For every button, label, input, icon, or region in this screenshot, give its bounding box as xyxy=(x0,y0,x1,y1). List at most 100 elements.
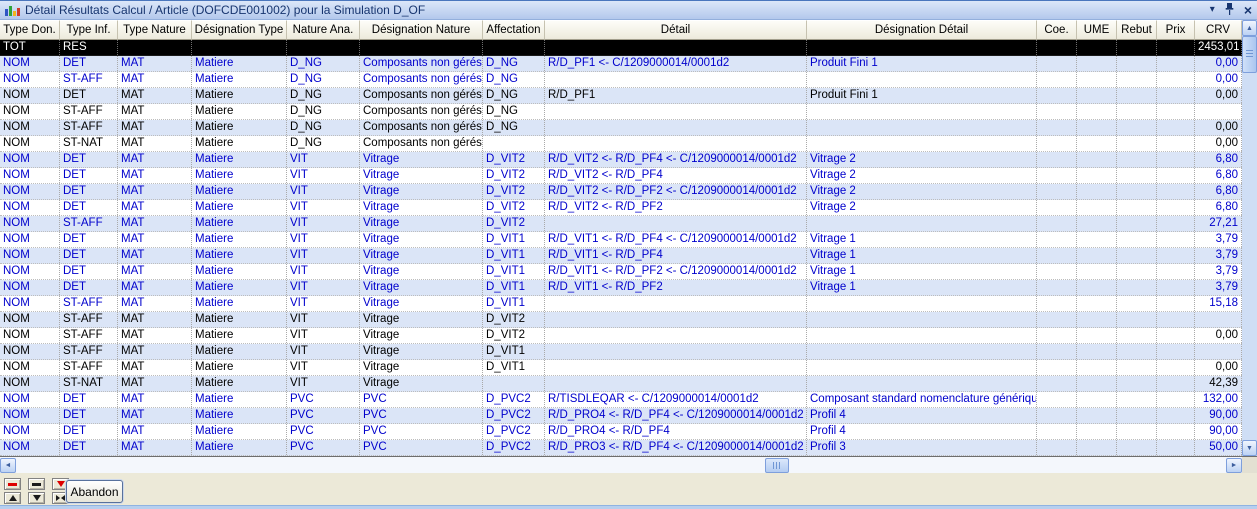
cell-prix[interactable] xyxy=(1157,280,1195,295)
cell-detail[interactable] xyxy=(545,104,807,119)
cell-prix[interactable] xyxy=(1157,56,1195,71)
scroll-left-button[interactable]: ◄ xyxy=(0,458,16,473)
cell-type-don[interactable]: NOM xyxy=(0,328,60,343)
column-header-designation-detail[interactable]: Désignation Détail xyxy=(807,20,1037,40)
cell-affectation[interactable]: D_VIT2 xyxy=(483,152,545,167)
cell-designation-detail[interactable]: Composant standard nomenclature génériqu… xyxy=(807,392,1037,407)
cell-type-don[interactable]: NOM xyxy=(0,424,60,439)
cell-type-nature[interactable]: MAT xyxy=(118,200,192,215)
cell-type-nature[interactable]: MAT xyxy=(118,440,192,455)
cell-ume[interactable] xyxy=(1077,424,1117,439)
table-row[interactable]: NOMST-AFFMATMatiereD_NGComposants non gé… xyxy=(0,120,1242,136)
cell-ume[interactable] xyxy=(1077,136,1117,151)
cell-affectation[interactable]: D_NG xyxy=(483,88,545,103)
cell-type-don[interactable]: TOT xyxy=(0,40,60,55)
cell-nature-ana[interactable]: D_NG xyxy=(287,72,360,87)
cell-type-inf[interactable]: DET xyxy=(60,248,118,263)
table-row[interactable]: NOMDETMATMatiereVITVitrageD_VIT2R/D_VIT2… xyxy=(0,168,1242,184)
cell-designation-nature[interactable]: PVC xyxy=(360,424,483,439)
cell-type-nature[interactable] xyxy=(118,40,192,55)
cell-affectation[interactable] xyxy=(483,136,545,151)
cell-type-don[interactable]: NOM xyxy=(0,280,60,295)
cell-designation-detail[interactable]: Produit Fini 1 xyxy=(807,56,1037,71)
cell-affectation[interactable]: D_VIT1 xyxy=(483,360,545,375)
cell-nature-ana[interactable]: VIT xyxy=(287,200,360,215)
cell-designation-nature[interactable]: Vitrage xyxy=(360,232,483,247)
cell-affectation[interactable]: D_VIT2 xyxy=(483,312,545,327)
cell-ume[interactable] xyxy=(1077,280,1117,295)
cell-coe[interactable] xyxy=(1037,152,1077,167)
cell-type-inf[interactable]: ST-AFF xyxy=(60,216,118,231)
cell-ume[interactable] xyxy=(1077,200,1117,215)
cell-nature-ana[interactable]: VIT xyxy=(287,232,360,247)
cell-designation-type[interactable]: Matiere xyxy=(192,296,287,311)
cell-rebut[interactable] xyxy=(1117,200,1157,215)
table-row[interactable]: NOMST-AFFMATMatiereVITVitrageD_VIT115,18 xyxy=(0,296,1242,312)
window-titlebar[interactable]: Détail Résultats Calcul / Article (DOFCD… xyxy=(0,0,1257,20)
cell-designation-nature[interactable]: PVC xyxy=(360,440,483,455)
cell-type-nature[interactable]: MAT xyxy=(118,280,192,295)
cell-detail[interactable] xyxy=(545,120,807,135)
cell-prix[interactable] xyxy=(1157,360,1195,375)
cell-affectation[interactable]: D_PVC2 xyxy=(483,392,545,407)
cell-coe[interactable] xyxy=(1037,56,1077,71)
cell-detail[interactable]: R/D_VIT2 <- R/D_PF2 xyxy=(545,200,807,215)
table-row[interactable]: NOMDETMATMatiereVITVitrageD_VIT2R/D_VIT2… xyxy=(0,152,1242,168)
cell-ume[interactable] xyxy=(1077,312,1117,327)
cell-coe[interactable] xyxy=(1037,408,1077,423)
cell-detail[interactable]: R/D_VIT2 <- R/D_PF4 <- C/1209000014/0001… xyxy=(545,152,807,167)
cell-designation-detail[interactable] xyxy=(807,40,1037,55)
cell-type-inf[interactable]: DET xyxy=(60,232,118,247)
cell-nature-ana[interactable]: D_NG xyxy=(287,88,360,103)
cell-rebut[interactable] xyxy=(1117,104,1157,119)
cell-rebut[interactable] xyxy=(1117,328,1157,343)
cell-nature-ana[interactable]: D_NG xyxy=(287,56,360,71)
cell-rebut[interactable] xyxy=(1117,408,1157,423)
total-row[interactable]: TOTRES2453,01 xyxy=(0,40,1242,56)
cell-type-inf[interactable]: ST-AFF xyxy=(60,104,118,119)
scroll-down-button[interactable]: ▼ xyxy=(1242,440,1257,456)
cell-type-inf[interactable]: DET xyxy=(60,184,118,199)
cell-designation-nature[interactable]: Composants non gérés xyxy=(360,56,483,71)
cell-crv[interactable]: 6,80 xyxy=(1195,168,1242,183)
column-header-nature-ana[interactable]: Nature Ana. xyxy=(287,20,360,40)
cell-type-inf[interactable]: DET xyxy=(60,392,118,407)
nav-black-bar-button[interactable] xyxy=(28,478,45,490)
cell-designation-nature[interactable]: Vitrage xyxy=(360,360,483,375)
cell-crv[interactable]: 50,00 xyxy=(1195,440,1242,455)
cell-nature-ana[interactable]: D_NG xyxy=(287,104,360,119)
cell-type-inf[interactable]: ST-AFF xyxy=(60,360,118,375)
cell-ume[interactable] xyxy=(1077,152,1117,167)
cell-rebut[interactable] xyxy=(1117,280,1157,295)
cell-designation-nature[interactable]: Vitrage xyxy=(360,248,483,263)
cell-type-don[interactable]: NOM xyxy=(0,376,60,391)
cell-designation-type[interactable]: Matiere xyxy=(192,152,287,167)
cell-type-don[interactable]: NOM xyxy=(0,200,60,215)
cell-type-inf[interactable]: ST-AFF xyxy=(60,72,118,87)
table-row[interactable]: NOMDETMATMatierePVCPVCD_PVC2R/D_PRO3 <- … xyxy=(0,440,1242,456)
cell-type-nature[interactable]: MAT xyxy=(118,248,192,263)
cell-designation-type[interactable]: Matiere xyxy=(192,56,287,71)
cell-designation-detail[interactable]: Vitrage 2 xyxy=(807,200,1037,215)
cell-affectation[interactable]: D_NG xyxy=(483,104,545,119)
cell-designation-detail[interactable]: Profil 3 xyxy=(807,440,1037,455)
cell-detail[interactable]: R/D_VIT1 <- R/D_PF2 xyxy=(545,280,807,295)
cell-nature-ana[interactable] xyxy=(287,40,360,55)
cell-prix[interactable] xyxy=(1157,264,1195,279)
cell-crv[interactable] xyxy=(1195,344,1242,359)
cell-ume[interactable] xyxy=(1077,248,1117,263)
cell-coe[interactable] xyxy=(1037,328,1077,343)
cell-crv[interactable]: 90,00 xyxy=(1195,408,1242,423)
cell-type-nature[interactable]: MAT xyxy=(118,136,192,151)
cell-detail[interactable]: R/D_VIT2 <- R/D_PF2 <- C/1209000014/0001… xyxy=(545,184,807,199)
cell-designation-type[interactable]: Matiere xyxy=(192,136,287,151)
cell-crv[interactable]: 3,79 xyxy=(1195,232,1242,247)
vertical-scrollbar[interactable]: ▲ ▼ xyxy=(1242,20,1257,456)
cell-ume[interactable] xyxy=(1077,56,1117,71)
cell-rebut[interactable] xyxy=(1117,392,1157,407)
cell-designation-detail[interactable] xyxy=(807,328,1037,343)
cell-affectation[interactable]: D_VIT2 xyxy=(483,200,545,215)
cell-ume[interactable] xyxy=(1077,72,1117,87)
table-row[interactable]: NOMDETMATMatierePVCPVCD_PVC2R/TISDLEQAR … xyxy=(0,392,1242,408)
cell-type-inf[interactable]: ST-AFF xyxy=(60,120,118,135)
